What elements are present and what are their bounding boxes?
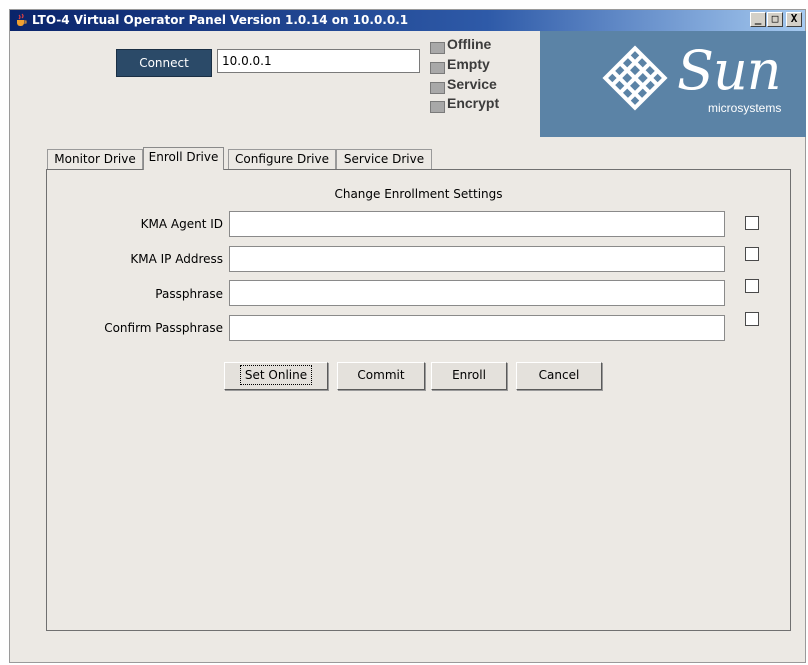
tab-configure-drive[interactable]: Configure Drive — [228, 149, 336, 169]
status-led-icon — [430, 42, 445, 54]
passphrase-input[interactable] — [229, 280, 725, 306]
kma-agent-id-label: KMA Agent ID — [140, 217, 223, 231]
passphrase-label: Passphrase — [155, 287, 223, 301]
kma-ip-address-input[interactable] — [229, 246, 725, 272]
passphrase-checkbox[interactable] — [745, 279, 759, 293]
kma-ip-address-label: KMA IP Address — [130, 252, 223, 266]
window-title: LTO-4 Virtual Operator Panel Version 1.0… — [32, 13, 409, 27]
set-online-label: Set Online — [239, 365, 313, 385]
panel-heading: Change Enrollment Settings — [334, 187, 503, 201]
tab-enroll-drive[interactable]: Enroll Drive — [143, 147, 224, 170]
sun-logo: Sun microsystems — [540, 31, 806, 137]
status-led-icon — [430, 62, 445, 74]
tab-monitor-drive[interactable]: Monitor Drive — [47, 149, 143, 169]
sun-diamond-logo-icon — [602, 45, 668, 111]
confirm-passphrase-checkbox[interactable] — [745, 312, 759, 326]
cancel-button[interactable]: Cancel — [516, 362, 602, 390]
maximize-button[interactable]: □ — [767, 12, 783, 27]
status-led-icon — [430, 101, 445, 113]
confirm-passphrase-label: Confirm Passphrase — [104, 321, 223, 335]
title-bar[interactable]: LTO-4 Virtual Operator Panel Version 1.0… — [10, 10, 805, 31]
commit-button[interactable]: Commit — [337, 362, 425, 390]
status-label: Encrypt — [447, 95, 500, 111]
kma-agent-id-checkbox[interactable] — [745, 216, 759, 230]
java-cup-icon — [17, 13, 27, 26]
status-label: Service — [447, 76, 497, 92]
enroll-drive-panel: Change Enrollment Settings KMA Agent ID … — [46, 169, 791, 631]
kma-agent-id-input[interactable] — [229, 211, 725, 237]
close-button[interactable]: X — [786, 12, 802, 27]
set-online-button[interactable]: Set Online — [224, 362, 328, 390]
connect-button[interactable]: Connect — [116, 49, 212, 77]
logo-wordmark: Sun — [677, 39, 782, 102]
minimize-button[interactable]: _ — [750, 12, 766, 27]
logo-subtitle: microsystems — [708, 101, 782, 115]
status-label: Offline — [447, 36, 492, 52]
confirm-passphrase-input[interactable] — [229, 315, 725, 341]
enroll-button[interactable]: Enroll — [431, 362, 507, 390]
kma-ip-address-checkbox[interactable] — [745, 247, 759, 261]
status-label: Empty — [447, 56, 490, 72]
status-led-icon — [430, 82, 445, 94]
tab-service-drive[interactable]: Service Drive — [336, 149, 432, 169]
app-window: LTO-4 Virtual Operator Panel Version 1.0… — [9, 9, 806, 663]
ip-address-input[interactable] — [217, 49, 420, 73]
